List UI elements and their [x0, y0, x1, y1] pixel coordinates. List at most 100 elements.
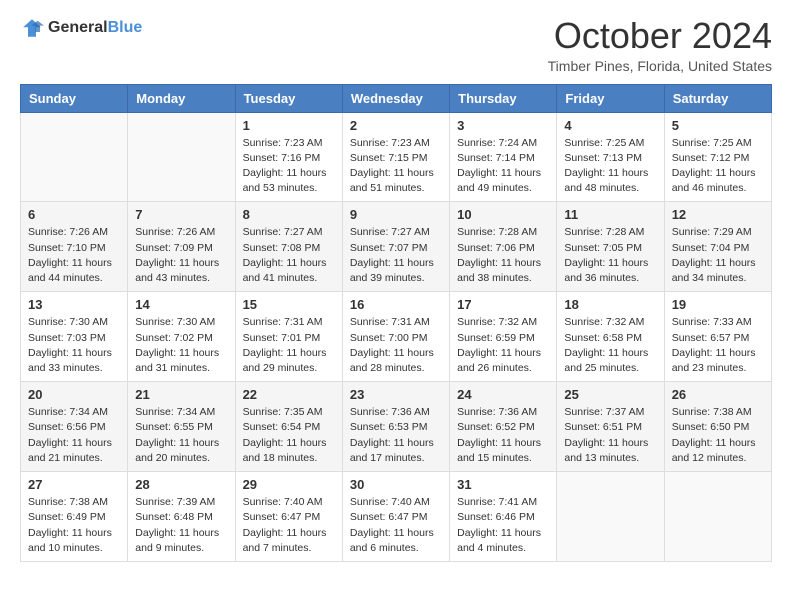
main-title: October 2024: [548, 16, 772, 56]
day-detail: Sunrise: 7:38 AMSunset: 6:49 PMDaylight:…: [28, 496, 112, 554]
day-detail: Sunrise: 7:31 AMSunset: 7:00 PMDaylight:…: [350, 316, 434, 374]
day-detail: Sunrise: 7:34 AMSunset: 6:55 PMDaylight:…: [135, 406, 219, 464]
day-number: 30: [350, 477, 442, 492]
day-number: 24: [457, 387, 549, 402]
day-number: 12: [672, 207, 764, 222]
calendar-table: Sunday Monday Tuesday Wednesday Thursday…: [20, 84, 772, 562]
header-row: Sunday Monday Tuesday Wednesday Thursday…: [21, 84, 772, 112]
day-detail: Sunrise: 7:23 AMSunset: 7:16 PMDaylight:…: [243, 137, 327, 195]
day-cell: 11 Sunrise: 7:28 AMSunset: 7:05 PMDayligh…: [557, 202, 664, 292]
day-number: 25: [564, 387, 656, 402]
day-cell: 10Sunrise: 7:28 AMSunset: 7:06 PMDayligh…: [450, 202, 557, 292]
day-detail: Sunrise: 7:31 AMSunset: 7:01 PMDaylight:…: [243, 316, 327, 374]
logo: GeneralBlue: [20, 16, 142, 40]
col-friday: Friday: [557, 84, 664, 112]
day-cell: 23Sunrise: 7:36 AMSunset: 6:53 PMDayligh…: [342, 382, 449, 472]
week-row-4: 20Sunrise: 7:34 AMSunset: 6:56 PMDayligh…: [21, 382, 772, 472]
day-number: 23: [350, 387, 442, 402]
day-number: 5: [672, 118, 764, 133]
day-detail: Sunrise: 7:28 AMSunset: 7:05 PMDaylight:…: [564, 226, 648, 284]
col-thursday: Thursday: [450, 84, 557, 112]
day-cell: 14 Sunrise: 7:30 AMSunset: 7:02 PMDayligh…: [128, 292, 235, 382]
day-cell: 1 Sunrise: 7:23 AMSunset: 7:16 PMDaylight…: [235, 112, 342, 202]
col-tuesday: Tuesday: [235, 84, 342, 112]
day-cell: 29 Sunrise: 7:40 AMSunset: 6:47 PMDayligh…: [235, 472, 342, 562]
day-cell: 30 Sunrise: 7:40 AMSunset: 6:47 PMDayligh…: [342, 472, 449, 562]
day-number: 28: [135, 477, 227, 492]
day-detail: Sunrise: 7:38 AMSunset: 6:50 PMDaylight:…: [672, 406, 756, 464]
day-cell: 27 Sunrise: 7:38 AMSunset: 6:49 PMDayligh…: [21, 472, 128, 562]
day-detail: Sunrise: 7:25 AMSunset: 7:12 PMDaylight:…: [672, 137, 756, 195]
day-detail: Sunrise: 7:32 AMSunset: 6:58 PMDaylight:…: [564, 316, 648, 374]
day-cell: 21Sunrise: 7:34 AMSunset: 6:55 PMDayligh…: [128, 382, 235, 472]
day-cell: 24 Sunrise: 7:36 AMSunset: 6:52 PMDayligh…: [450, 382, 557, 472]
day-cell: 13 Sunrise: 7:30 AMSunset: 7:03 PMDayligh…: [21, 292, 128, 382]
day-detail: Sunrise: 7:34 AMSunset: 6:56 PMDaylight:…: [28, 406, 112, 464]
logo-icon: [20, 16, 44, 40]
col-monday: Monday: [128, 84, 235, 112]
day-cell: 3 Sunrise: 7:24 AMSunset: 7:14 PMDaylight…: [450, 112, 557, 202]
day-cell: 2 Sunrise: 7:23 AMSunset: 7:15 PMDaylight…: [342, 112, 449, 202]
day-number: 9: [350, 207, 442, 222]
day-cell: 31Sunrise: 7:41 AMSunset: 6:46 PMDayligh…: [450, 472, 557, 562]
day-number: 31: [457, 477, 549, 492]
logo-general: GeneralBlue: [48, 19, 142, 37]
day-cell: [21, 112, 128, 202]
day-number: 27: [28, 477, 120, 492]
day-cell: 6 Sunrise: 7:26 AMSunset: 7:10 PMDaylight…: [21, 202, 128, 292]
day-detail: Sunrise: 7:32 AMSunset: 6:59 PMDaylight:…: [457, 316, 541, 374]
day-number: 2: [350, 118, 442, 133]
logo-text-block: GeneralBlue: [48, 19, 142, 37]
day-number: 1: [243, 118, 335, 133]
day-number: 13: [28, 297, 120, 312]
day-cell: 7 Sunrise: 7:26 AMSunset: 7:09 PMDaylight…: [128, 202, 235, 292]
col-wednesday: Wednesday: [342, 84, 449, 112]
day-detail: Sunrise: 7:30 AMSunset: 7:02 PMDaylight:…: [135, 316, 219, 374]
day-detail: Sunrise: 7:28 AMSunset: 7:06 PMDaylight:…: [457, 226, 541, 284]
day-detail: Sunrise: 7:37 AMSunset: 6:51 PMDaylight:…: [564, 406, 648, 464]
day-number: 11: [564, 207, 656, 222]
day-cell: 22Sunrise: 7:35 AMSunset: 6:54 PMDayligh…: [235, 382, 342, 472]
col-sunday: Sunday: [21, 84, 128, 112]
subtitle: Timber Pines, Florida, United States: [548, 58, 772, 74]
day-cell: [664, 472, 771, 562]
day-detail: Sunrise: 7:23 AMSunset: 7:15 PMDaylight:…: [350, 137, 434, 195]
day-detail: Sunrise: 7:27 AMSunset: 7:07 PMDaylight:…: [350, 226, 434, 284]
day-number: 6: [28, 207, 120, 222]
day-number: 15: [243, 297, 335, 312]
week-row-2: 6 Sunrise: 7:26 AMSunset: 7:10 PMDaylight…: [21, 202, 772, 292]
day-number: 14: [135, 297, 227, 312]
day-number: 16: [350, 297, 442, 312]
day-detail: Sunrise: 7:26 AMSunset: 7:10 PMDaylight:…: [28, 226, 112, 284]
day-cell: 25 Sunrise: 7:37 AMSunset: 6:51 PMDayligh…: [557, 382, 664, 472]
day-cell: 8Sunrise: 7:27 AMSunset: 7:08 PMDaylight…: [235, 202, 342, 292]
calendar-body: 1 Sunrise: 7:23 AMSunset: 7:16 PMDaylight…: [21, 112, 772, 561]
day-cell: 20Sunrise: 7:34 AMSunset: 6:56 PMDayligh…: [21, 382, 128, 472]
day-detail: Sunrise: 7:33 AMSunset: 6:57 PMDaylight:…: [672, 316, 756, 374]
day-cell: 5 Sunrise: 7:25 AMSunset: 7:12 PMDaylight…: [664, 112, 771, 202]
day-number: 7: [135, 207, 227, 222]
day-cell: 28 Sunrise: 7:39 AMSunset: 6:48 PMDayligh…: [128, 472, 235, 562]
page: GeneralBlue October 2024 Timber Pines, F…: [0, 0, 792, 578]
day-cell: [128, 112, 235, 202]
week-row-3: 13 Sunrise: 7:30 AMSunset: 7:03 PMDayligh…: [21, 292, 772, 382]
day-cell: 9 Sunrise: 7:27 AMSunset: 7:07 PMDaylight…: [342, 202, 449, 292]
day-detail: Sunrise: 7:39 AMSunset: 6:48 PMDaylight:…: [135, 496, 219, 554]
day-number: 19: [672, 297, 764, 312]
header: GeneralBlue October 2024 Timber Pines, F…: [20, 16, 772, 74]
day-cell: 18Sunrise: 7:32 AMSunset: 6:58 PMDayligh…: [557, 292, 664, 382]
day-number: 29: [243, 477, 335, 492]
day-number: 3: [457, 118, 549, 133]
day-detail: Sunrise: 7:40 AMSunset: 6:47 PMDaylight:…: [243, 496, 327, 554]
day-detail: Sunrise: 7:30 AMSunset: 7:03 PMDaylight:…: [28, 316, 112, 374]
day-detail: Sunrise: 7:24 AMSunset: 7:14 PMDaylight:…: [457, 137, 541, 195]
day-detail: Sunrise: 7:36 AMSunset: 6:52 PMDaylight:…: [457, 406, 541, 464]
day-detail: Sunrise: 7:26 AMSunset: 7:09 PMDaylight:…: [135, 226, 219, 284]
day-cell: 4Sunrise: 7:25 AMSunset: 7:13 PMDaylight…: [557, 112, 664, 202]
day-detail: Sunrise: 7:40 AMSunset: 6:47 PMDaylight:…: [350, 496, 434, 554]
day-cell: 12Sunrise: 7:29 AMSunset: 7:04 PMDayligh…: [664, 202, 771, 292]
day-cell: 19 Sunrise: 7:33 AMSunset: 6:57 PMDayligh…: [664, 292, 771, 382]
calendar-header: Sunday Monday Tuesday Wednesday Thursday…: [21, 84, 772, 112]
day-detail: Sunrise: 7:27 AMSunset: 7:08 PMDaylight:…: [243, 226, 327, 284]
day-number: 17: [457, 297, 549, 312]
